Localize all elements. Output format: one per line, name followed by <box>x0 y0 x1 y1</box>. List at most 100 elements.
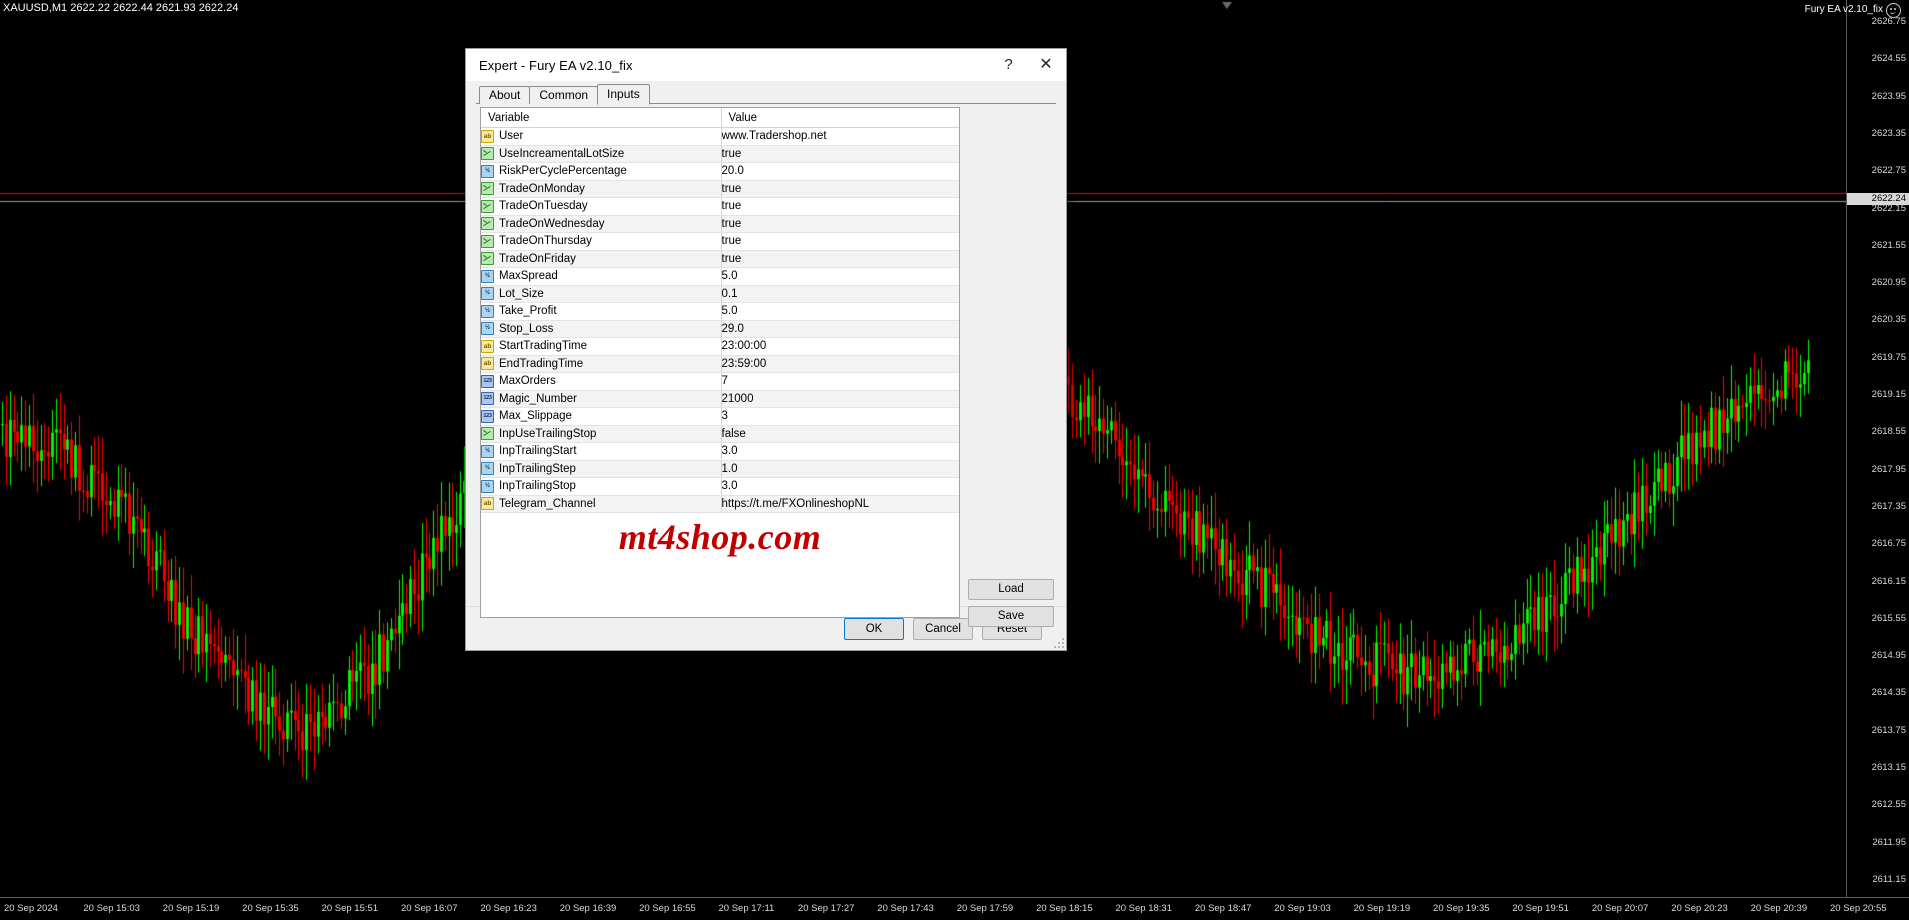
parameter-value-cell[interactable]: 23:00:00 <box>721 337 959 356</box>
parameter-name-cell[interactable]: 123 MaxOrders <box>481 372 722 391</box>
parameter-name-cell[interactable]: 123 Magic_Number <box>481 390 722 408</box>
dialog-titlebar[interactable]: Expert - Fury EA v2.10_fix ? ✕ <box>466 49 1066 81</box>
price-tick: 2626.75 <box>1871 16 1906 27</box>
parameter-value-cell[interactable]: true <box>721 215 959 233</box>
table-row[interactable]: TradeOnFriday true <box>481 250 959 268</box>
tab-common[interactable]: Common <box>529 86 599 104</box>
parameter-value-cell[interactable]: false <box>721 425 959 443</box>
parameter-value-cell[interactable]: https://t.me/FXOnlineshopNL <box>721 495 959 513</box>
parameter-value-cell[interactable]: 20.0 <box>721 162 959 181</box>
double-icon: ½ <box>481 444 494 458</box>
expert-properties-dialog[interactable]: Expert - Fury EA v2.10_fix ? ✕ About Com… <box>465 48 1067 651</box>
table-row[interactable]: ½ Lot_Size 0.1 <box>481 285 959 303</box>
parameter-name-cell[interactable]: ab User <box>481 127 722 146</box>
time-tick: 20 Sep 19:19 <box>1353 903 1411 914</box>
time-tick: 20 Sep 19:03 <box>1274 903 1331 914</box>
table-row[interactable]: 123 Max_Slippage 3 <box>481 407 959 426</box>
parameter-value-cell[interactable]: 1.0 <box>721 460 959 478</box>
parameter-value-cell[interactable]: true <box>721 250 959 268</box>
parameter-name-cell[interactable]: ½ InpTrailingStep <box>481 460 722 478</box>
table-row[interactable]: ab StartTradingTime 23:00:00 <box>481 337 959 356</box>
parameter-name-cell[interactable]: TradeOnFriday <box>481 250 722 268</box>
table-row[interactable]: ab Telegram_Channel https://t.me/FXOnlines… <box>481 495 959 513</box>
parameter-value-cell[interactable]: www.Tradershop.net <box>721 127 959 146</box>
parameter-value-cell[interactable]: true <box>721 232 959 251</box>
parameter-value-cell[interactable]: 0.1 <box>721 285 959 303</box>
parameter-name-cell[interactable]: 123 Max_Slippage <box>481 407 722 426</box>
table-row[interactable]: ½ InpTrailingStep 1.0 <box>481 460 959 478</box>
double-icon: ½ <box>481 462 494 476</box>
table-row[interactable]: UseIncreamentalLotSize true <box>481 145 959 163</box>
parameter-name-cell[interactable]: ½ InpTrailingStop <box>481 477 722 496</box>
parameter-name-cell[interactable]: UseIncreamentalLotSize <box>481 145 722 163</box>
parameter-value-cell[interactable]: 21000 <box>721 390 959 408</box>
parameter-value-cell[interactable]: 3.0 <box>721 442 959 461</box>
ok-button[interactable]: OK <box>844 617 904 640</box>
parameter-name-cell[interactable]: TradeOnMonday <box>481 180 722 198</box>
table-row[interactable]: TradeOnTuesday true <box>481 197 959 216</box>
resize-grip[interactable] <box>1054 638 1064 648</box>
parameter-name-cell[interactable]: ½ Take_Profit <box>481 302 722 321</box>
parameter-value-cell[interactable]: 3.0 <box>721 477 959 496</box>
price-tick: 2619.15 <box>1871 389 1906 401</box>
parameter-value-cell[interactable]: 23:59:00 <box>721 355 959 373</box>
table-row[interactable]: InpUseTrailingStop false <box>481 425 959 443</box>
table-row[interactable]: ½ InpTrailingStop 3.0 <box>481 477 959 496</box>
parameter-value-cell[interactable]: true <box>721 180 959 198</box>
parameter-name-cell[interactable]: ½ Lot_Size <box>481 285 722 303</box>
table-row[interactable]: 123 Magic_Number 21000 <box>481 390 959 408</box>
parameter-name-cell[interactable]: ab StartTradingTime <box>481 337 722 356</box>
table-row[interactable]: ½ MaxSpread 5.0 <box>481 267 959 286</box>
column-header-variable[interactable]: Variable <box>481 108 722 128</box>
parameter-name-cell[interactable]: ½ Stop_Loss <box>481 320 722 338</box>
table-row[interactable]: TradeOnWednesday true <box>481 215 959 233</box>
price-tick: 2611.95 <box>1872 836 1906 848</box>
parameter-value-cell[interactable]: 5.0 <box>721 302 959 321</box>
help-icon[interactable]: ? <box>991 49 1026 79</box>
parameter-name-cell[interactable]: InpUseTrailingStop <box>481 425 722 443</box>
tab-inputs[interactable]: Inputs <box>597 84 650 105</box>
table-row[interactable]: ab User www.Tradershop.net <box>481 127 959 146</box>
parameter-value-cell[interactable]: true <box>721 197 959 216</box>
table-row[interactable]: TradeOnMonday true <box>481 180 959 198</box>
inputs-panel[interactable]: Variable Value ab User www.Tradershop.net U… <box>480 107 960 618</box>
load-button[interactable]: Load <box>968 579 1054 600</box>
table-row[interactable]: 123 MaxOrders 7 <box>481 372 959 391</box>
parameter-value-cell[interactable]: 5.0 <box>721 267 959 286</box>
parameter-name-cell[interactable]: ½ InpTrailingStart <box>481 442 722 461</box>
parameter-name-cell[interactable]: ab EndTradingTime <box>481 355 722 373</box>
price-tick: 2622.15 <box>1871 202 1906 214</box>
price-tick: 2616.15 <box>1871 575 1906 587</box>
parameter-name-cell[interactable]: TradeOnTuesday <box>481 197 722 216</box>
parameters-table[interactable]: Variable Value ab User www.Tradershop.net U… <box>481 108 959 513</box>
price-tick: 2623.35 <box>1871 127 1906 139</box>
parameter-name-cell[interactable]: ½ RiskPerCyclePercentage <box>481 162 722 181</box>
column-header-value[interactable]: Value <box>721 108 959 128</box>
table-row[interactable]: ½ RiskPerCyclePercentage 20.0 <box>481 162 959 181</box>
parameter-value-cell[interactable]: 7 <box>721 372 959 391</box>
parameter-name-cell[interactable]: TradeOnThursday <box>481 232 722 251</box>
parameter-name-cell[interactable]: ½ MaxSpread <box>481 267 722 286</box>
close-icon[interactable]: ✕ <box>1026 49 1066 79</box>
time-tick: 20 Sep 16:07 <box>400 903 458 914</box>
table-row[interactable]: ½ Take_Profit 5.0 <box>481 302 959 321</box>
parameter-name-cell[interactable]: ab Telegram_Channel <box>481 495 722 513</box>
parameter-name: UseIncreamentalLotSize <box>499 147 625 160</box>
parameter-name-cell[interactable]: TradeOnWednesday <box>481 215 722 233</box>
price-scale[interactable]: 2626.75 2624.55 2623.95 2623.35 2622.75 2622.… <box>1846 0 1909 920</box>
cancel-button[interactable]: Cancel <box>913 617 973 640</box>
table-row[interactable]: ½ InpTrailingStart 3.0 <box>481 442 959 461</box>
parameter-value-cell[interactable]: 3 <box>721 407 959 426</box>
time-scale[interactable]: 20 Sep 2024 20 Sep 15:03 20 Sep 15:19 20 Se… <box>0 897 1909 920</box>
table-header-row: Variable Value <box>481 108 959 128</box>
table-row[interactable]: TradeOnThursday true <box>481 232 959 251</box>
table-row[interactable]: ab EndTradingTime 23:59:00 <box>481 355 959 373</box>
parameter-value-cell[interactable]: true <box>721 145 959 163</box>
save-button[interactable]: Save <box>968 606 1054 627</box>
parameter-name: TradeOnThursday <box>499 235 592 248</box>
tab-about[interactable]: About <box>479 86 531 104</box>
table-row[interactable]: ½ Stop_Loss 29.0 <box>481 320 959 338</box>
parameter-name: MaxOrders <box>499 375 556 388</box>
parameter-value-cell[interactable]: 29.0 <box>721 320 959 338</box>
string-icon: ab <box>481 497 494 511</box>
